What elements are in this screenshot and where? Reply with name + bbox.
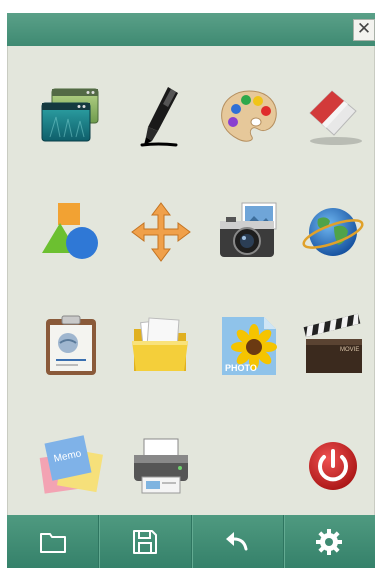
folder-outline-icon (39, 532, 66, 553)
app-paint-palette[interactable] (213, 80, 285, 152)
marker-pen-icon (140, 87, 178, 147)
title-bar: ✕ (7, 13, 375, 46)
app-globe[interactable] (297, 196, 369, 268)
app-window-switcher[interactable] (35, 80, 107, 152)
shapes-icon (42, 203, 98, 259)
undo-button[interactable] (192, 515, 284, 568)
clapperboard-movie-icon: MOVIE (303, 313, 362, 373)
gear-icon (316, 528, 343, 555)
launcher-panel: ✕ PHOTO MOVIE Memo (7, 13, 375, 568)
undo-arrow-icon (226, 531, 248, 550)
paint-palette-icon (221, 90, 277, 142)
close-icon: ✕ (356, 19, 372, 39)
photo-label: PHOTO (225, 363, 257, 373)
movie-label: MOVIE (340, 347, 359, 353)
window-switcher-icon (41, 88, 99, 142)
app-power[interactable] (297, 430, 369, 502)
app-memo[interactable]: Memo (35, 430, 107, 502)
photo-sunflower-icon: PHOTO (222, 317, 277, 375)
app-eraser[interactable] (297, 80, 369, 152)
move-arrows-icon (131, 202, 191, 262)
app-folder[interactable] (125, 310, 197, 382)
app-printer[interactable] (125, 430, 197, 502)
close-button[interactable]: ✕ (353, 19, 375, 41)
floppy-disk-icon (132, 529, 157, 554)
memo-notes-icon: Memo (39, 435, 103, 494)
camera-screenshot-icon (220, 202, 277, 257)
save-button[interactable] (99, 515, 192, 568)
app-move[interactable] (125, 196, 197, 268)
app-shapes[interactable] (35, 196, 107, 268)
bottom-toolbar (7, 515, 375, 568)
open-folder-button[interactable] (7, 515, 100, 568)
app-photo[interactable]: PHOTO (213, 310, 285, 382)
app-clipboard[interactable] (35, 310, 107, 382)
printer-icon (134, 438, 188, 494)
app-marker-pen[interactable] (125, 80, 197, 152)
app-camera[interactable] (213, 196, 285, 268)
settings-button[interactable] (284, 515, 375, 568)
globe-browser-icon (302, 208, 364, 256)
power-off-icon (309, 442, 357, 490)
eraser-icon (309, 90, 362, 145)
app-grid: PHOTO MOVIE Memo (7, 46, 375, 528)
app-clapperboard[interactable]: MOVIE (297, 310, 369, 382)
clipboard-paste-icon (46, 315, 96, 375)
folder-open-icon (132, 317, 188, 371)
